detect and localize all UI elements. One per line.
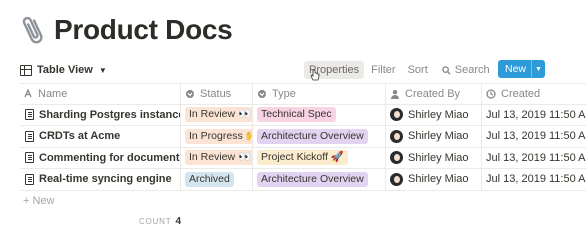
table-row[interactable]: Commenting for documents In Review 👀 Pro… <box>20 147 586 169</box>
created-by-cell[interactable]: Shirley Miao <box>386 147 482 168</box>
created-by-cell[interactable]: Shirley Miao <box>386 104 482 125</box>
page-title: Product Docs <box>54 14 233 45</box>
type-tag: Technical Spec <box>257 107 336 123</box>
name-cell[interactable]: Sharding Postgres instances <box>20 104 181 125</box>
status-tag: In Review 👀 <box>185 150 252 166</box>
created-by-cell[interactable]: Shirley Miao <box>386 169 482 190</box>
status-tag: Archived <box>185 171 234 187</box>
avatar <box>390 129 403 143</box>
search-label: Search <box>454 64 490 76</box>
table-row[interactable]: Sharding Postgres instances In Review 👀 … <box>20 104 586 126</box>
new-button-label: New <box>505 63 527 75</box>
page-icon <box>25 130 34 142</box>
table-header: Name Status Type Created By Created <box>20 83 586 105</box>
select-property-icon <box>186 89 194 98</box>
row-title: CRDTs at Acme <box>39 130 121 143</box>
type-tag: Architecture Overview <box>257 171 368 187</box>
avatar <box>390 151 403 165</box>
database-table: Name Status Type Created By Created Shar… <box>20 83 586 212</box>
column-label: Type <box>272 87 296 100</box>
type-cell[interactable]: Technical Spec <box>253 104 386 125</box>
column-header-status[interactable]: Status <box>181 84 253 104</box>
created-cell[interactable]: Jul 13, 2019 11:50 AM <box>482 148 586 169</box>
chevron-down-icon: ▼ <box>98 65 107 75</box>
person-name: Shirley Miao <box>408 130 469 143</box>
created-cell[interactable]: Jul 13, 2019 11:50 AM <box>482 126 586 147</box>
hand-cursor-icon <box>310 69 320 81</box>
type-tag: Architecture Overview <box>257 128 368 144</box>
table-icon <box>20 64 32 76</box>
name-cell[interactable]: CRDTs at Acme <box>20 126 181 147</box>
column-label: Created <box>501 87 541 100</box>
count-value: 4 <box>175 216 182 227</box>
table-row[interactable]: Real-time syncing engine Archived Archit… <box>20 169 586 191</box>
status-cell[interactable]: In Review 👀 <box>181 147 253 168</box>
person-name: Shirley Miao <box>408 173 469 186</box>
type-tag: Project Kickoff 🚀 <box>257 150 348 166</box>
row-title: Sharding Postgres instances <box>39 108 181 121</box>
person-icon <box>391 89 399 99</box>
page-icon <box>25 109 34 121</box>
new-button[interactable]: New ▼ <box>498 60 545 78</box>
count-footer[interactable]: COUNT 4 <box>139 216 181 227</box>
type-cell[interactable]: Project Kickoff 🚀 <box>253 147 386 168</box>
type-cell[interactable]: Architecture Overview <box>253 126 386 147</box>
select-property-icon <box>258 89 266 98</box>
column-label: Status <box>200 87 232 100</box>
text-property-icon <box>24 88 32 98</box>
name-cell[interactable]: Real-time syncing engine <box>20 169 181 190</box>
name-cell[interactable]: Commenting for documents <box>20 147 181 168</box>
created-date: Jul 13, 2019 11:50 AM <box>486 173 586 186</box>
search-icon <box>442 65 451 75</box>
status-cell[interactable]: In Progress 🙌 <box>181 126 253 147</box>
row-title: Commenting for documents <box>39 151 181 164</box>
add-row-button[interactable]: + New <box>20 191 586 212</box>
add-row-label: + New <box>23 195 55 207</box>
column-label: Name <box>38 87 68 100</box>
sort-button[interactable]: Sort <box>403 61 433 79</box>
created-cell[interactable]: Jul 13, 2019 11:50 AM <box>482 105 586 126</box>
column-header-name[interactable]: Name <box>20 84 181 104</box>
page-icon <box>25 152 34 164</box>
toolbar-actions: Properties Filter Sort Search ··· <box>304 59 517 81</box>
created-by-cell[interactable]: Shirley Miao <box>386 126 482 147</box>
person-name: Shirley Miao <box>408 108 469 121</box>
view-selector[interactable]: Table View ▼ <box>20 64 107 76</box>
avatar <box>390 172 403 186</box>
search-button[interactable]: Search <box>437 61 495 79</box>
page-icon <box>25 173 34 185</box>
created-date: Jul 13, 2019 11:50 AM <box>486 151 586 164</box>
created-cell[interactable]: Jul 13, 2019 11:50 AM <box>482 169 586 190</box>
created-date: Jul 13, 2019 11:50 AM <box>486 108 586 121</box>
column-header-created-by[interactable]: Created By <box>386 84 482 104</box>
column-header-created[interactable]: Created <box>482 84 586 104</box>
status-tag: In Review 👀 <box>185 107 252 123</box>
paperclip-icon <box>22 16 43 44</box>
row-title: Real-time syncing engine <box>39 173 172 186</box>
chevron-down-icon[interactable]: ▼ <box>531 60 545 78</box>
column-header-type[interactable]: Type <box>253 84 386 104</box>
page-header: Product Docs <box>20 10 233 50</box>
status-tag: In Progress 🙌 <box>185 128 252 144</box>
table-row[interactable]: CRDTs at Acme In Progress 🙌 Architecture… <box>20 126 586 148</box>
filter-button[interactable]: Filter <box>366 61 400 79</box>
view-label: Table View <box>37 64 93 76</box>
avatar <box>390 108 403 122</box>
clock-icon <box>486 89 496 99</box>
person-name: Shirley Miao <box>408 151 469 164</box>
count-label: COUNT <box>139 217 172 226</box>
status-cell[interactable]: Archived <box>181 169 253 190</box>
column-label: Created By <box>405 87 461 100</box>
status-cell[interactable]: In Review 👀 <box>181 104 253 125</box>
created-date: Jul 13, 2019 11:50 AM <box>486 130 586 143</box>
type-cell[interactable]: Architecture Overview <box>253 169 386 190</box>
database-toolbar: Table View ▼ Properties Filter Sort Sear… <box>20 59 586 81</box>
